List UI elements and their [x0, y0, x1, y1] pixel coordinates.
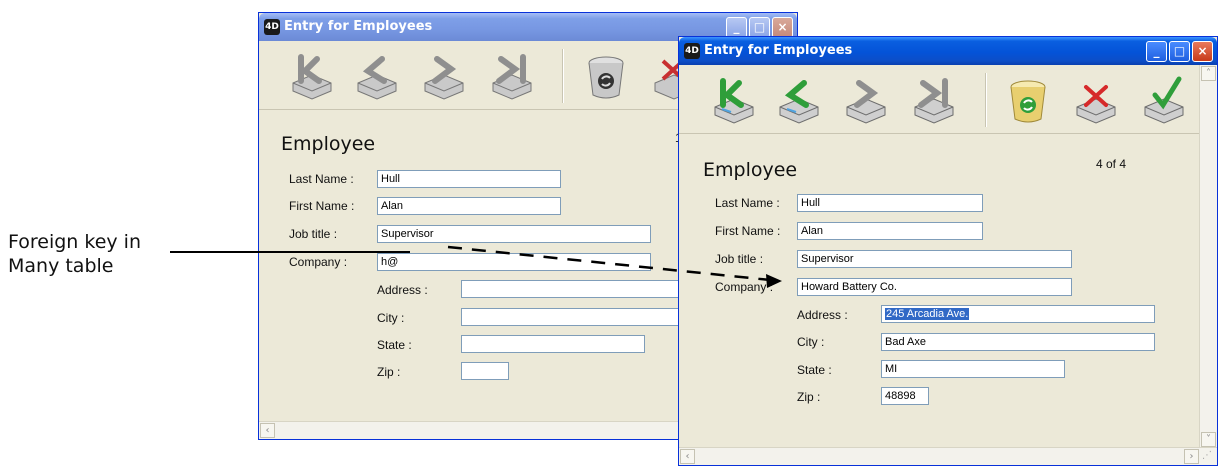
foreign-key-dashed-arrow	[447, 245, 771, 282]
annotation-connector	[170, 245, 782, 288]
arrowhead-icon	[766, 274, 782, 288]
